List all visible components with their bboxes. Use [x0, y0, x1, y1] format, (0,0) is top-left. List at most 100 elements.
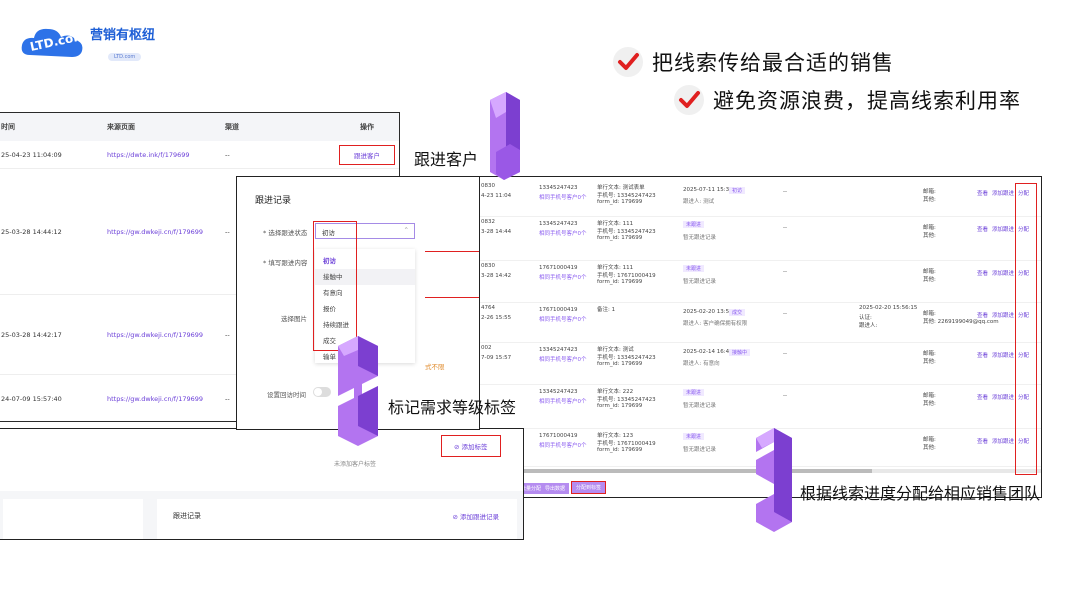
assign-column-highlight — [1015, 183, 1037, 475]
lead-phone: 13345247423 — [539, 221, 578, 227]
callout-follow-customer: 跟进客户 — [414, 150, 479, 169]
follow-customer-button[interactable]: 跟进客户 — [339, 144, 395, 165]
lead-assign-info: 认证: — [859, 315, 872, 321]
number-1-icon — [490, 92, 520, 180]
phone-duplicate-link[interactable]: 相同手机号客户0个 — [539, 397, 587, 405]
lead-text-1: 单行文本: 222 — [597, 389, 634, 395]
add-follow-button[interactable]: 添加跟进 — [992, 227, 1014, 233]
callout-assign: 根据线索进度分配给相应销售团队 — [800, 484, 1041, 503]
phone-duplicate-link[interactable]: 相同手机号客户0个 — [539, 441, 587, 449]
status-badge: 未跟进 — [683, 265, 705, 272]
lead-time: 4-23 11:04 — [481, 193, 512, 199]
brand-title: 营销有枢纽 — [90, 28, 156, 43]
add-follow-button[interactable]: 添加跟进 — [992, 191, 1014, 197]
cell-page-link[interactable]: https://dwte.ink/f/179699 — [107, 151, 225, 159]
customer-tags-panel: ⊘ 添加标签 未添加客户标签 跟进记录 ⊘ 添加跟进记录 — [0, 428, 524, 540]
phone-duplicate-link[interactable]: 相同手机号客户0个 — [539, 355, 587, 363]
lead-row: 0830 3-28 14:42 17671000419 单行文本: 111 手机号: 1… — [477, 261, 1041, 303]
header-action: 操作 — [360, 123, 374, 131]
lead-text-2: 手机号: 13345247423 — [597, 193, 656, 199]
add-follow-button[interactable]: 添加跟进 — [992, 395, 1014, 401]
lead-row: 4764 2-26 15:55 17671000419 备注: 1 2025-02-20… — [477, 303, 1041, 343]
lead-remark: 跟进人: 测试 — [683, 199, 715, 205]
lead-text-2: 手机号: 13345247423 — [597, 355, 656, 361]
cloud-logo-icon: LTD.com — [21, 29, 86, 57]
cell-time: 24-07-09 15:57:40 — [1, 394, 62, 403]
headline-1: 把线索传给最合适的销售 — [612, 46, 894, 78]
lead-other: 其他: — [923, 277, 936, 283]
lead-remark: 跟进人: 有意向 — [683, 361, 720, 367]
lead-empty-cell: -- — [783, 269, 787, 275]
lead-row: 0832 3-28 14:44 13345247423 单行文本: 111 手机号: 1… — [477, 217, 1041, 261]
lead-text-1: 单行文本: 123 — [597, 433, 634, 439]
brand-subtitle: LTD.com — [108, 53, 142, 61]
add-follow-button[interactable]: 添加跟进 — [992, 271, 1014, 277]
status-badge: 初访 — [729, 187, 746, 194]
lead-text-1: 单行文本: 111 — [597, 265, 634, 271]
lead-mail: 邮箱: — [923, 225, 936, 231]
lead-id: 002 — [481, 345, 492, 351]
lead-other: 其他: — [923, 401, 936, 407]
lead-remark: 暂无跟进记录 — [683, 279, 717, 285]
lead-assign-info: 2025-02-20 15:56:15 — [859, 305, 918, 311]
phone-duplicate-link[interactable]: 相同手机号客户0个 — [539, 229, 587, 237]
lead-time: 2-26 15:55 — [481, 315, 512, 321]
lead-remark: 暂无跟进记录 — [683, 403, 717, 409]
view-button[interactable]: 查看 — [977, 227, 988, 233]
lead-mail: 邮箱: — [923, 393, 936, 399]
cell-page-link[interactable]: https://gw.dwkeji.cn/f/179699 — [107, 395, 225, 403]
lead-text-1: 单行文本: 111 — [597, 221, 634, 227]
add-tag-button[interactable]: ⊘ 添加标签 — [441, 435, 501, 457]
lead-phone: 17671000419 — [539, 433, 578, 439]
status-badge: 成交 — [729, 309, 746, 316]
remind-toggle[interactable] — [313, 387, 331, 397]
header-channel: 渠道 — [225, 123, 239, 131]
assign-tag-button[interactable]: 分配到标签 — [571, 481, 607, 494]
lead-remark: 跟进人: 客户确保拥有权限 — [683, 321, 748, 327]
lead-id: 0832 — [481, 219, 495, 225]
add-follow-button[interactable]: 添加跟进 — [992, 313, 1014, 319]
lead-other: 其他: — [923, 445, 936, 451]
lead-mail: 邮箱: — [923, 437, 936, 443]
add-follow-button[interactable]: 添加跟进 — [992, 353, 1014, 359]
view-button[interactable]: 查看 — [977, 191, 988, 197]
status-highlight — [313, 221, 357, 351]
lead-empty-cell: -- — [783, 311, 787, 317]
phone-duplicate-link[interactable]: 相同手机号客户0个 — [539, 193, 587, 201]
lead-mail: 邮箱: — [923, 269, 936, 275]
image-label: 选择图片 — [281, 315, 307, 323]
cell-page-link[interactable]: https://gw.dwkeji.cn/f/179699 — [107, 228, 225, 236]
status-label: * 选择跟进状态 — [263, 229, 308, 237]
lead-mail: 邮箱: — [923, 311, 936, 317]
callout-mark-level: 标记需求等级标签 — [388, 398, 517, 417]
lead-mail: 邮箱: — [923, 351, 936, 357]
lead-text-3: form_id: 179699 — [597, 199, 643, 205]
lead-id: 0830 — [481, 183, 495, 189]
lead-follow-date: 2025-02-20 13:56 — [683, 309, 733, 315]
check-icon — [613, 47, 643, 77]
add-follow-button[interactable]: 添加跟进 — [992, 439, 1014, 445]
phone-duplicate-link[interactable]: 相同手机号客户0个 — [539, 273, 587, 281]
view-button[interactable]: 查看 — [977, 395, 988, 401]
lead-phone: 13345247423 — [539, 347, 578, 353]
lead-phone: 17671000419 — [539, 307, 578, 313]
cell-page-link[interactable]: https://gw.dwkeji.cn/f/179699 — [107, 331, 225, 339]
chevron-up-icon: ⌃ — [403, 226, 409, 234]
add-record-link[interactable]: ⊘ 添加跟进记录 — [452, 511, 499, 521]
view-button[interactable]: 查看 — [977, 313, 988, 319]
view-button[interactable]: 查看 — [977, 271, 988, 277]
lead-row: 13345247423 单行文本: 222 手机号: 13345247423 form… — [477, 385, 1041, 429]
lead-text-2: 手机号: 13345247423 — [597, 397, 656, 403]
status-badge: 未跟进 — [683, 433, 705, 440]
lead-other: 其他: — [923, 233, 936, 239]
lead-other: 其他: — [923, 359, 936, 365]
lead-empty-cell: -- — [783, 351, 787, 357]
number-2-icon — [338, 336, 378, 446]
phone-duplicate-link[interactable]: 相同手机号客户0个 — [539, 315, 587, 323]
lead-remark: 暂无跟进记录 — [683, 235, 717, 241]
view-button[interactable]: 查看 — [977, 353, 988, 359]
export-button[interactable]: 导出数据 — [541, 483, 570, 494]
lead-follow-date: 2025-02-14 16:41 — [683, 349, 733, 355]
header-time: 时间 — [1, 123, 15, 131]
view-button[interactable]: 查看 — [977, 439, 988, 445]
